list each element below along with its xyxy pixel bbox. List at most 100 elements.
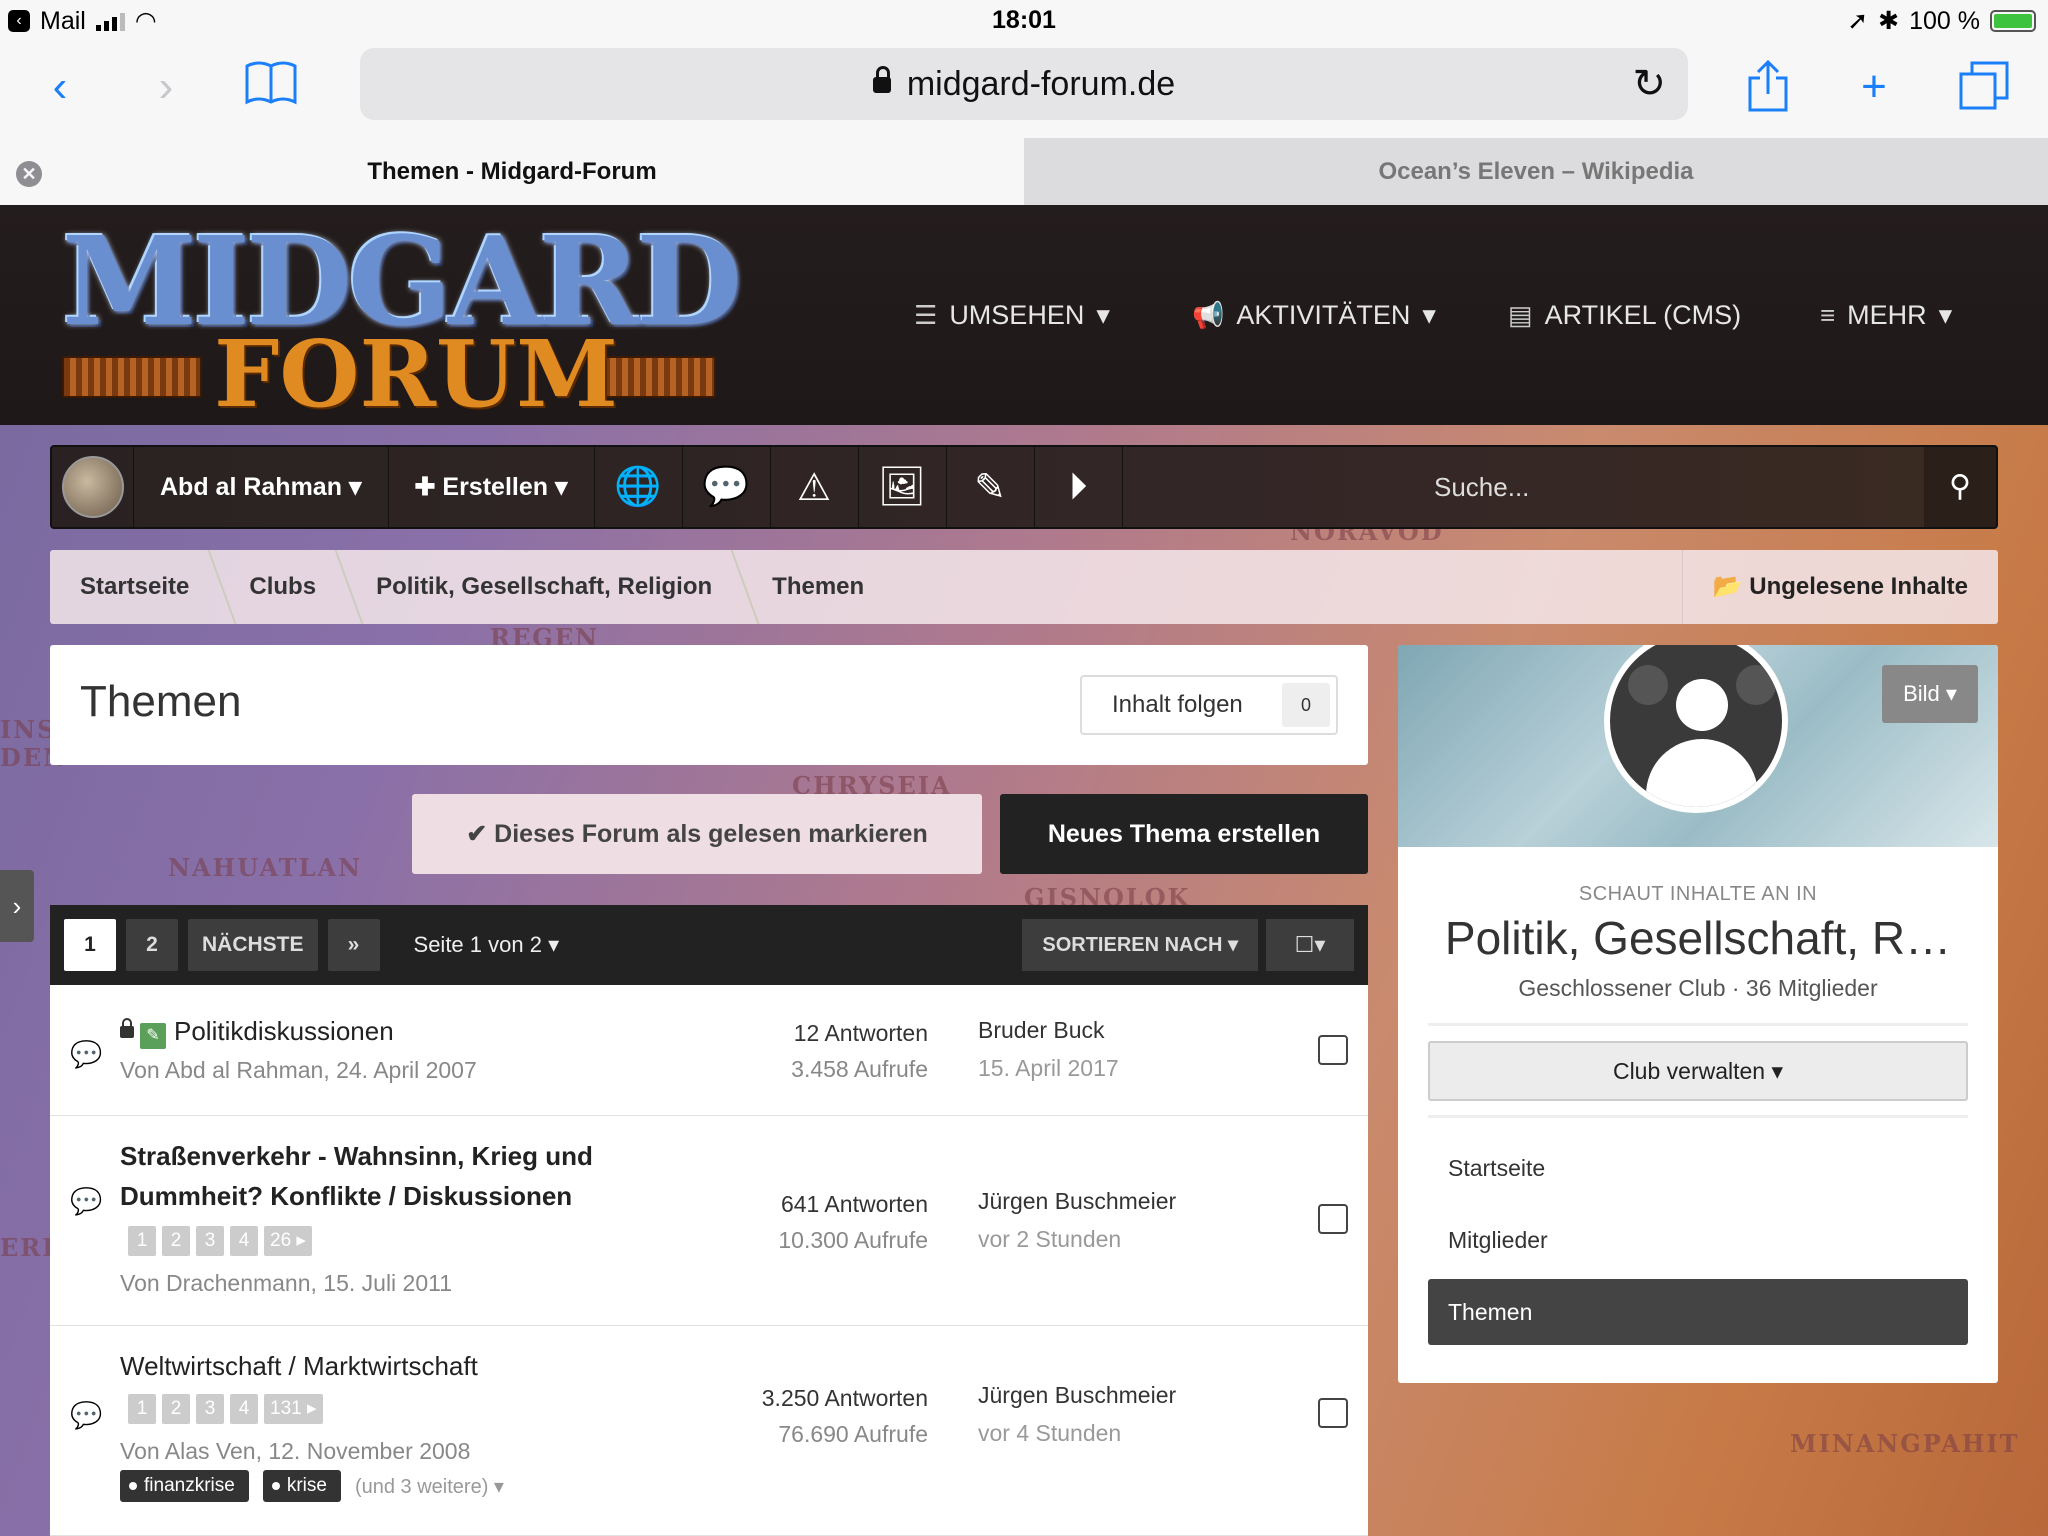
divider xyxy=(1428,1023,1968,1026)
sidebar-item-themen[interactable]: Themen xyxy=(1428,1279,1968,1345)
last-post: Jürgen Buschmeier vor 2 Stunden xyxy=(978,1182,1176,1258)
caret-down-icon: ▾ xyxy=(348,473,362,501)
last-post-user[interactable]: Jürgen Buschmeier xyxy=(978,1182,1176,1220)
page-2-button[interactable]: 2 xyxy=(126,919,178,971)
nav-artikel[interactable]: ▤ ARTIKEL (CMS) xyxy=(1508,300,1741,331)
map-label: MINANGPAHIT xyxy=(1790,1429,2020,1458)
play-circle-icon[interactable]: ⏵ xyxy=(1035,447,1123,527)
user-menu[interactable]: Abd al Rahman ▾ xyxy=(134,447,389,527)
forward-icon[interactable]: › xyxy=(146,60,186,114)
breadcrumb-club[interactable]: Politik, Gesellschaft, Religion xyxy=(346,550,742,624)
page-of-label: Seite 1 von 2 xyxy=(413,932,542,957)
topic-page-link[interactable]: 4 xyxy=(230,1226,258,1256)
select-all-button[interactable]: ☐▾ xyxy=(1266,919,1354,971)
topic-page-link[interactable]: 2 xyxy=(162,1226,190,1256)
last-post-date[interactable]: vor 4 Stunden xyxy=(978,1414,1176,1452)
topic-row[interactable]: 💬 ✎ Politikdiskussionen Von Abd al Rahman… xyxy=(50,985,1368,1116)
page-jump[interactable]: Seite 1 von 2 ▾ xyxy=(414,932,560,958)
topic-page-link[interactable]: 4 xyxy=(230,1394,258,1424)
tag-finanzkrise[interactable]: finanzkrise xyxy=(120,1470,249,1502)
topic-author: Von Abd al Rahman, 24. April 2007 xyxy=(120,1057,477,1083)
tag-krise[interactable]: krise xyxy=(262,1470,341,1502)
eyedropper-icon[interactable]: ✎ xyxy=(947,447,1035,527)
sidebar-item-mitglieder[interactable]: Mitglieder xyxy=(1428,1207,1968,1273)
topic-checkbox[interactable] xyxy=(1318,1204,1348,1234)
caret-down-icon: ▾ xyxy=(1227,934,1238,956)
tabs-overview-icon[interactable] xyxy=(1956,60,2012,114)
topic-page-link[interactable]: 3 xyxy=(196,1394,224,1424)
view-count: 76.690 Aufrufe xyxy=(778,1421,928,1447)
close-tab-icon[interactable]: ✕ xyxy=(16,161,42,187)
club-name[interactable]: Politik, Gesellschaft, R… xyxy=(1398,911,1998,965)
new-topic-button[interactable]: Neues Thema erstellen xyxy=(1000,794,1368,874)
unread-label: Ungelesene Inhalte xyxy=(1749,573,1968,600)
follow-button[interactable]: Inhalt folgen 0 xyxy=(1080,675,1338,735)
mark-read-button[interactable]: ✔ Dieses Forum als gelesen markieren xyxy=(412,794,982,874)
search-input[interactable]: Suche... xyxy=(1414,447,1924,527)
expand-panel-icon[interactable]: › xyxy=(0,870,34,942)
topic-title-link[interactable]: Weltwirtschaft / Marktwirtschaft xyxy=(120,1346,478,1386)
document-icon: ▤ xyxy=(1508,300,1533,330)
topic-checkbox[interactable] xyxy=(1318,1398,1348,1428)
topic-title-link[interactable]: Straßenverkehr - Wahnsinn, Krieg und Dum… xyxy=(120,1136,593,1216)
reply-count: 641 Antworten xyxy=(780,1191,928,1217)
nav-umsehen[interactable]: ☰ UMSEHEN ▾ xyxy=(914,300,1110,331)
next-page-button[interactable]: NÄCHSTE xyxy=(188,919,318,971)
unread-content-link[interactable]: 📂 Ungelesene Inhalte xyxy=(1681,550,1998,624)
tab-themen[interactable]: ✕ Themen - Midgard-Forum xyxy=(0,138,1024,205)
last-post-user[interactable]: Bruder Buck xyxy=(978,1011,1119,1049)
share-icon[interactable] xyxy=(1740,59,1796,114)
sidebar-item-startseite[interactable]: Startseite xyxy=(1428,1135,1968,1201)
topic-page-link[interactable]: 26 ▸ xyxy=(264,1226,312,1256)
username: Abd al Rahman xyxy=(160,472,342,501)
caret-down-icon: ▾ xyxy=(554,473,568,501)
manage-club-button[interactable]: Club verwalten ▾ xyxy=(1428,1041,1968,1101)
breadcrumb-startseite[interactable]: Startseite xyxy=(50,550,219,624)
last-post-user[interactable]: Jürgen Buschmeier xyxy=(978,1376,1176,1414)
page-1-button[interactable]: 1 xyxy=(64,919,116,971)
topic-checkbox[interactable] xyxy=(1318,1035,1348,1065)
topic-page-link[interactable]: 3 xyxy=(196,1226,224,1256)
last-post-date[interactable]: vor 2 Stunden xyxy=(978,1220,1176,1258)
topic-row[interactable]: 💬 Straßenverkehr - Wahnsinn, Krieg und D… xyxy=(50,1116,1368,1326)
tab-label: Ocean’s Eleven – Wikipedia xyxy=(1378,158,1694,185)
topic-author: Von Drachenmann, 15. Juli 2011 xyxy=(120,1270,453,1296)
image-icon[interactable]: 🖼 xyxy=(859,447,947,527)
back-icon[interactable]: ‹ xyxy=(40,60,80,114)
topic-page-link[interactable]: 1 xyxy=(128,1226,156,1256)
warning-icon[interactable]: ⚠ xyxy=(771,447,859,527)
globe-icon[interactable]: 🌐 xyxy=(595,447,683,527)
chat-icon[interactable]: 💬 xyxy=(683,447,771,527)
last-post-date[interactable]: 15. April 2017 xyxy=(978,1049,1119,1087)
last-page-button[interactable]: » xyxy=(327,919,380,971)
topic-title-link[interactable]: ✎ Politikdiskussionen xyxy=(120,1011,394,1051)
more-tags-link[interactable]: (und 3 weitere) ▾ xyxy=(355,1474,504,1499)
map-label: NAHUATLAN xyxy=(168,853,363,882)
nav-aktivitaeten[interactable]: 📢 AKTIVITÄTEN ▾ xyxy=(1192,300,1436,331)
search-icon[interactable]: ⚲ xyxy=(1924,447,1996,527)
club-info: Geschlossener Club · 36 Mitglieder xyxy=(1518,975,1878,1001)
plus-icon: ✚ xyxy=(414,473,436,501)
sort-button[interactable]: SORTIEREN NACH ▾ xyxy=(1022,919,1258,971)
logo-text-forum: FORUM xyxy=(214,320,618,428)
breadcrumb-clubs[interactable]: Clubs xyxy=(219,550,346,624)
topic-page-link[interactable]: 1 xyxy=(128,1394,156,1424)
reload-icon[interactable]: ↻ xyxy=(1632,48,1666,120)
topic-page-link[interactable]: 131 ▸ xyxy=(264,1394,323,1424)
avatar[interactable] xyxy=(52,447,134,527)
logo-ornament xyxy=(62,356,202,398)
create-menu[interactable]: ✚ Erstellen ▾ xyxy=(389,447,595,527)
tab-wikipedia[interactable]: Ocean’s Eleven – Wikipedia xyxy=(1024,138,2048,205)
status-bar: ‹ Mail ◠ 18:01 ➚ ✱ 100 % xyxy=(0,0,2048,40)
cover-photo-button[interactable]: Bild ▾ xyxy=(1882,665,1978,723)
new-tab-icon[interactable]: + xyxy=(1850,60,1898,114)
topic-page-link[interactable]: 2 xyxy=(162,1394,190,1424)
bookmarks-icon[interactable] xyxy=(240,60,302,114)
nav-mehr[interactable]: ≡ MEHR ▾ xyxy=(1820,300,1952,331)
page-title: Themen xyxy=(80,677,242,726)
pagination-bar: 1 2 NÄCHSTE » Seite 1 von 2 ▾ SORTIEREN … xyxy=(50,905,1368,985)
address-bar[interactable]: midgard-forum.de ↻ xyxy=(360,48,1688,120)
site-logo[interactable]: MIDGARD FORUM xyxy=(62,220,742,420)
topic-row[interactable]: 💬 Weltwirtschaft / Marktwirtschaft 1 2 3… xyxy=(50,1326,1368,1536)
browser-toolbar: ‹ › midgard-forum.de ↻ + xyxy=(0,40,2048,138)
